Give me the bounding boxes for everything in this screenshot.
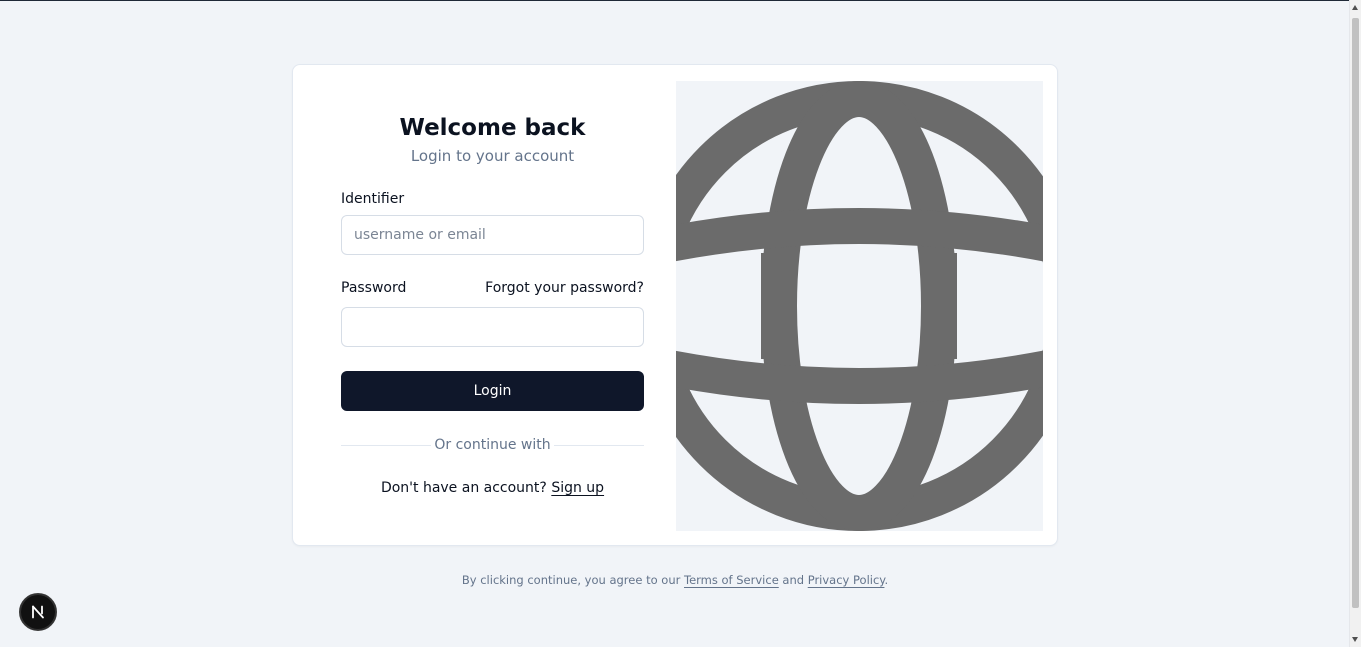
- vertical-scrollbar[interactable]: [1349, 0, 1361, 647]
- privacy-policy-link[interactable]: Privacy Policy: [808, 573, 885, 587]
- hero-image-panel: [676, 81, 1043, 531]
- signup-link[interactable]: Sign up: [551, 480, 604, 496]
- forgot-password-link[interactable]: Forgot your password?: [485, 279, 644, 297]
- identifier-label: Identifier: [341, 191, 405, 207]
- footer-and: and: [782, 573, 805, 587]
- or-continue-divider: Or continue with: [341, 435, 644, 455]
- legal-footer: By clicking continue, you agree to our T…: [0, 571, 1350, 589]
- nextjs-dev-badge[interactable]: [19, 593, 57, 631]
- page-subtitle: Login to your account: [410, 147, 575, 165]
- scroll-down-arrow-icon[interactable]: [1352, 637, 1358, 642]
- password-input[interactable]: [341, 307, 644, 347]
- login-card: Welcome back Login to your account Ident…: [292, 64, 1058, 546]
- password-label: Password: [341, 280, 407, 296]
- terms-of-service-link[interactable]: Terms of Service: [684, 573, 779, 587]
- nextjs-n-icon: [32, 605, 44, 619]
- signup-prompt: Don't have an account?: [380, 480, 547, 496]
- footer-prefix: By clicking continue, you agree to our: [461, 573, 681, 587]
- footer-suffix: .: [884, 573, 889, 587]
- signup-row: Don't have an account? Sign up: [341, 478, 644, 498]
- identifier-input[interactable]: [341, 215, 644, 255]
- page-title: Welcome back: [399, 115, 586, 141]
- login-button[interactable]: Login: [341, 371, 644, 411]
- scroll-up-arrow-icon[interactable]: [1352, 5, 1358, 10]
- divider-line-right: [554, 445, 644, 446]
- scroll-thumb[interactable]: [1352, 18, 1359, 608]
- globe-icon: [676, 81, 1043, 531]
- login-form: Welcome back Login to your account Ident…: [341, 65, 644, 547]
- window-top-border: [0, 0, 1350, 1]
